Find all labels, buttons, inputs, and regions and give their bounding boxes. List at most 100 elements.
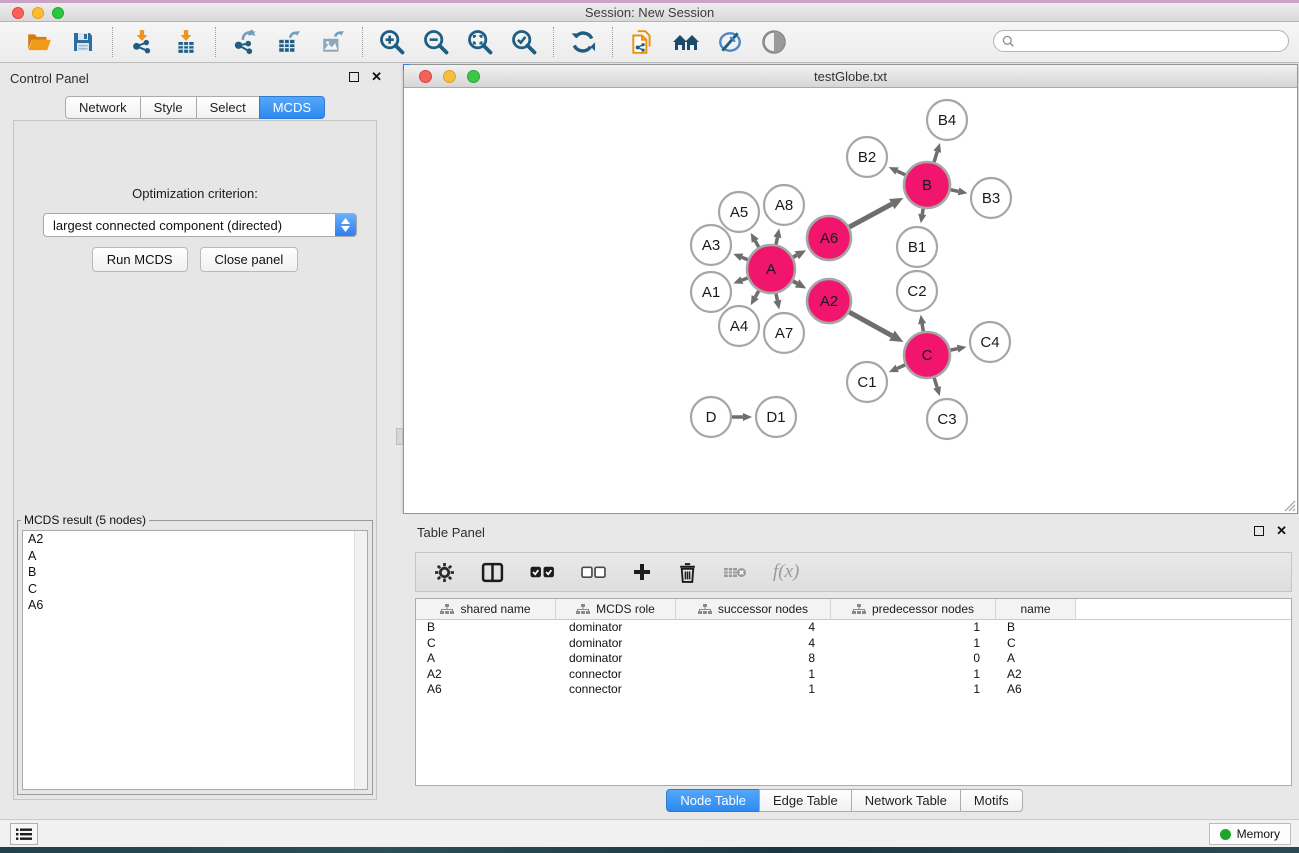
zoom-fit-icon[interactable] bbox=[465, 27, 495, 57]
node-B[interactable]: B bbox=[904, 162, 950, 208]
maximize-window-icon[interactable] bbox=[52, 7, 64, 19]
table-cell[interactable]: A2 bbox=[996, 667, 1076, 683]
run-mcds-button[interactable]: Run MCDS bbox=[92, 247, 188, 272]
zoom-in-icon[interactable] bbox=[377, 27, 407, 57]
node-table[interactable]: shared nameMCDS rolesuccessor nodesprede… bbox=[415, 598, 1292, 786]
tab-edge-table[interactable]: Edge Table bbox=[759, 789, 852, 812]
edge-C-C4[interactable] bbox=[951, 345, 967, 353]
network-canvas[interactable]: ABCA6A2A1A3A4A5A7A8B1B2B3B4C1C2C3C4DD1 bbox=[404, 88, 1297, 513]
edge-A-A7[interactable] bbox=[773, 293, 781, 309]
add-icon[interactable] bbox=[632, 562, 652, 582]
edge-C-C1[interactable] bbox=[889, 365, 905, 372]
home-icon[interactable] bbox=[671, 27, 701, 57]
close-table-panel-icon[interactable]: ✕ bbox=[1276, 526, 1287, 536]
minimize-window-icon[interactable] bbox=[32, 7, 44, 19]
close-window-icon[interactable] bbox=[12, 7, 24, 19]
node-A7[interactable]: A7 bbox=[764, 313, 804, 353]
trash-icon[interactable] bbox=[678, 562, 697, 583]
refresh-icon[interactable] bbox=[568, 27, 598, 57]
edge-C-C2[interactable] bbox=[918, 315, 926, 332]
open-folder-icon[interactable] bbox=[24, 27, 54, 57]
memory-button[interactable]: Memory bbox=[1209, 823, 1291, 845]
tab-mcds[interactable]: MCDS bbox=[259, 96, 325, 119]
tab-style[interactable]: Style bbox=[140, 96, 197, 119]
edge-A-A6[interactable] bbox=[793, 250, 806, 259]
edge-A-A8[interactable] bbox=[773, 229, 781, 245]
tab-select[interactable]: Select bbox=[196, 96, 260, 119]
table-cell[interactable]: A6 bbox=[996, 682, 1076, 698]
table-cell[interactable]: dominator bbox=[556, 620, 676, 636]
task-history-button[interactable] bbox=[10, 823, 38, 845]
node-B2[interactable]: B2 bbox=[847, 137, 887, 177]
table-cell[interactable]: A2 bbox=[416, 667, 556, 683]
table-cell[interactable]: dominator bbox=[556, 651, 676, 667]
edge-A-A1[interactable] bbox=[733, 276, 747, 284]
resize-grip-icon[interactable] bbox=[1282, 498, 1296, 512]
node-A2[interactable]: A2 bbox=[807, 279, 851, 323]
edge-B-B3[interactable] bbox=[951, 187, 968, 195]
table-cell[interactable]: 0 bbox=[831, 651, 996, 667]
optimization-criterion-dropdown[interactable]: largest connected component (directed) bbox=[43, 213, 357, 237]
node-A6[interactable]: A6 bbox=[807, 216, 851, 260]
eye-icon[interactable] bbox=[759, 27, 789, 57]
table-cell[interactable]: A bbox=[996, 651, 1076, 667]
float-panel-icon[interactable] bbox=[349, 72, 359, 82]
node-A1[interactable]: A1 bbox=[691, 272, 731, 312]
zoom-out-icon[interactable] bbox=[421, 27, 451, 57]
table-row[interactable]: A2connector11A2 bbox=[416, 667, 1291, 683]
import-network-icon[interactable] bbox=[127, 27, 157, 57]
edge-A6-B[interactable] bbox=[849, 198, 903, 227]
table-cell[interactable]: C bbox=[996, 636, 1076, 652]
table-row[interactable]: Cdominator41C bbox=[416, 636, 1291, 652]
edge-A-A5[interactable] bbox=[751, 233, 759, 247]
node-A3[interactable]: A3 bbox=[691, 225, 731, 265]
table-cell[interactable]: A bbox=[416, 651, 556, 667]
column-header-mcds-role[interactable]: MCDS role bbox=[556, 599, 676, 620]
table-row[interactable]: A6connector11A6 bbox=[416, 682, 1291, 698]
import-table-icon[interactable] bbox=[171, 27, 201, 57]
save-icon[interactable] bbox=[68, 27, 98, 57]
edge-B-B1[interactable] bbox=[918, 209, 926, 224]
node-B4[interactable]: B4 bbox=[927, 100, 967, 140]
network-maximize-icon[interactable] bbox=[467, 70, 480, 83]
node-C3[interactable]: C3 bbox=[927, 399, 967, 439]
edge-A-A2[interactable] bbox=[793, 279, 806, 288]
table-row[interactable]: Bdominator41B bbox=[416, 620, 1291, 636]
table-row[interactable]: Adominator80A bbox=[416, 651, 1291, 667]
tab-network-table[interactable]: Network Table bbox=[851, 789, 961, 812]
mcds-result-item-a[interactable]: A bbox=[23, 548, 367, 565]
gear-icon[interactable] bbox=[434, 562, 455, 583]
column-header-name[interactable]: name bbox=[996, 599, 1076, 620]
mcds-result-item-a6[interactable]: A6 bbox=[23, 597, 367, 614]
edge-A-A4[interactable] bbox=[751, 291, 759, 305]
table-cell[interactable]: 8 bbox=[676, 651, 831, 667]
tab-network[interactable]: Network bbox=[65, 96, 141, 119]
search-field[interactable] bbox=[993, 30, 1289, 52]
node-C[interactable]: C bbox=[904, 332, 950, 378]
table-cell[interactable]: dominator bbox=[556, 636, 676, 652]
edge-A-A3[interactable] bbox=[733, 254, 748, 261]
table-cell[interactable]: 1 bbox=[831, 682, 996, 698]
tab-motifs[interactable]: Motifs bbox=[960, 789, 1023, 812]
node-C2[interactable]: C2 bbox=[897, 271, 937, 311]
table-cell[interactable]: 1 bbox=[676, 667, 831, 683]
search-input[interactable] bbox=[1020, 34, 1280, 48]
node-A[interactable]: A bbox=[747, 245, 795, 293]
mcds-list-scrollbar[interactable] bbox=[354, 531, 367, 789]
tab-node-table[interactable]: Node Table bbox=[666, 789, 760, 812]
edge-B-B2[interactable] bbox=[889, 167, 906, 175]
node-C1[interactable]: C1 bbox=[847, 362, 887, 402]
zoom-selected-icon[interactable] bbox=[509, 27, 539, 57]
function-icon[interactable]: f(x) bbox=[773, 561, 799, 583]
node-D[interactable]: D bbox=[691, 397, 731, 437]
column-header-successor-nodes[interactable]: successor nodes bbox=[676, 599, 831, 620]
export-network-icon[interactable] bbox=[230, 27, 260, 57]
table-cell[interactable]: 1 bbox=[831, 620, 996, 636]
float-table-panel-icon[interactable] bbox=[1254, 526, 1264, 536]
table-cell[interactable]: 4 bbox=[676, 636, 831, 652]
export-image-icon[interactable] bbox=[318, 27, 348, 57]
mcds-result-item-c[interactable]: C bbox=[23, 581, 367, 598]
node-C4[interactable]: C4 bbox=[970, 322, 1010, 362]
table-cell[interactable]: B bbox=[996, 620, 1076, 636]
clone-network-icon[interactable] bbox=[627, 27, 657, 57]
